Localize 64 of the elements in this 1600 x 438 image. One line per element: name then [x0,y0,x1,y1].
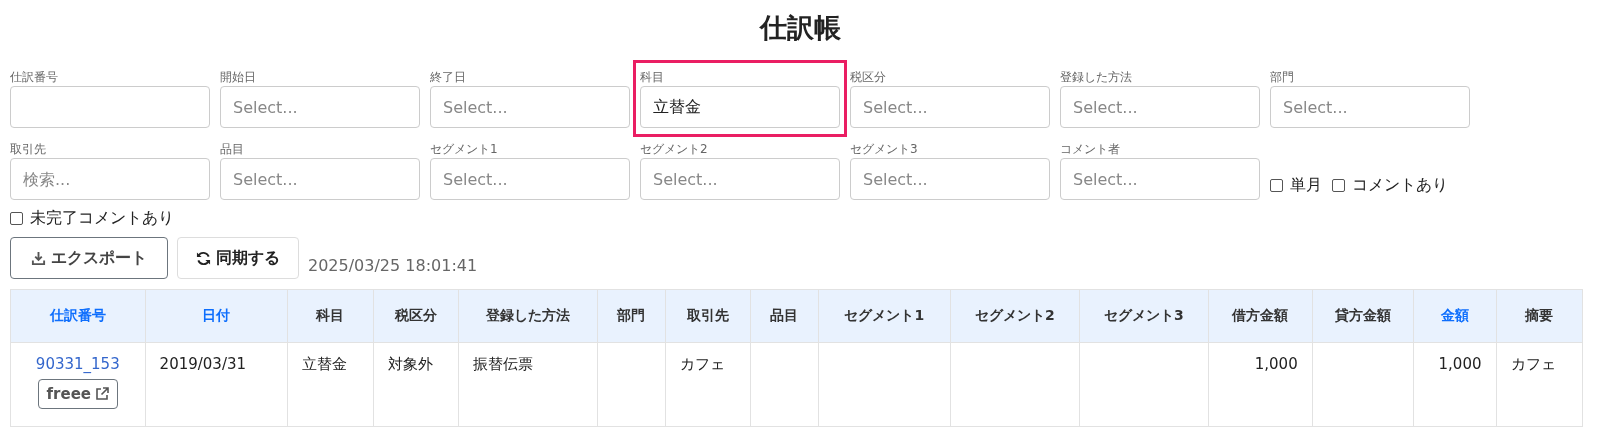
download-icon [31,250,46,266]
table-cell: 振替伝票 [472,355,533,374]
column-header: セグメント3 [1079,289,1209,343]
filter-field[interactable]: Select... [850,158,1050,200]
checkbox-label: 単月 [1290,175,1322,196]
entry-link[interactable]: 90331_153 [35,355,120,373]
table-cell: 対象外 [387,355,433,374]
filter-field[interactable]: Select... [1060,158,1260,200]
filter-field[interactable]: Select... [1060,86,1260,128]
column-header: セグメント2 [950,289,1080,343]
table-cell: カフェ [1510,355,1556,374]
column-header[interactable]: 仕訳番号 [10,289,146,343]
filter-field[interactable]: Select... [430,158,630,200]
filter-field[interactable]: Select... [640,158,840,200]
filter-field[interactable]: Select... [220,158,420,200]
column-header: 摘要 [1496,289,1583,343]
field-label: コメント者 [1060,141,1121,158]
table-cell: 2019/03/31 [159,355,247,373]
field-label: 終了日 [430,69,467,86]
field-label: 取引先 [10,141,47,158]
filter-field[interactable]: 検索... [10,158,210,200]
column-header: 税区分 [373,289,459,343]
table-cell: 1,000 [1254,355,1298,373]
page-title: 仕訳帳 [759,11,841,45]
filter-field[interactable]: 立替金 [640,86,840,128]
column-header: セグメント1 [818,289,951,343]
field-label: 登録した方法 [1060,69,1133,86]
column-header[interactable]: 金額 [1413,289,1496,343]
external-link-icon [95,387,109,401]
filter-field[interactable]: Select... [1270,86,1470,128]
filter-field[interactable]: Select... [430,86,630,128]
field-label: 開始日 [220,69,257,86]
field-label: 仕訳番号 [10,69,59,86]
field-label: セグメント1 [430,141,499,158]
checkbox-label: コメントあり [1352,175,1448,196]
checkbox[interactable] [10,212,23,225]
filter-field[interactable] [10,86,210,128]
field-label: セグメント2 [640,141,709,158]
column-header: 貸方金額 [1312,289,1414,343]
column-header[interactable]: 日付 [145,289,288,343]
checkbox[interactable] [1270,179,1283,192]
field-label: 部門 [1270,69,1295,86]
field-label: セグメント3 [850,141,919,158]
table-cell: 1,000 [1438,355,1482,373]
column-header: 登録した方法 [458,289,598,343]
column-header: 科目 [287,289,374,343]
table-cell: カフェ [679,355,725,374]
sync-icon [196,250,211,266]
checkbox-label: 未完了コメントあり [30,208,174,229]
filter-field[interactable]: Select... [220,86,420,128]
filter-field[interactable]: Select... [850,86,1050,128]
column-header: 品目 [750,289,819,343]
column-header: 部門 [597,289,666,343]
column-header: 取引先 [665,289,751,343]
field-label: 科目 [640,69,665,86]
column-header: 借方金額 [1208,289,1313,343]
field-label: 品目 [220,141,245,158]
checkbox[interactable] [1332,179,1345,192]
export-button[interactable]: エクスポート [10,237,168,279]
table-cell: 立替金 [302,355,348,374]
field-label: 税区分 [850,69,887,86]
external-link-button[interactable]: freee [37,379,118,409]
sync-button[interactable]: 同期する [177,237,299,279]
sync-timestamp: 2025/03/25 18:01:41 [308,255,478,275]
